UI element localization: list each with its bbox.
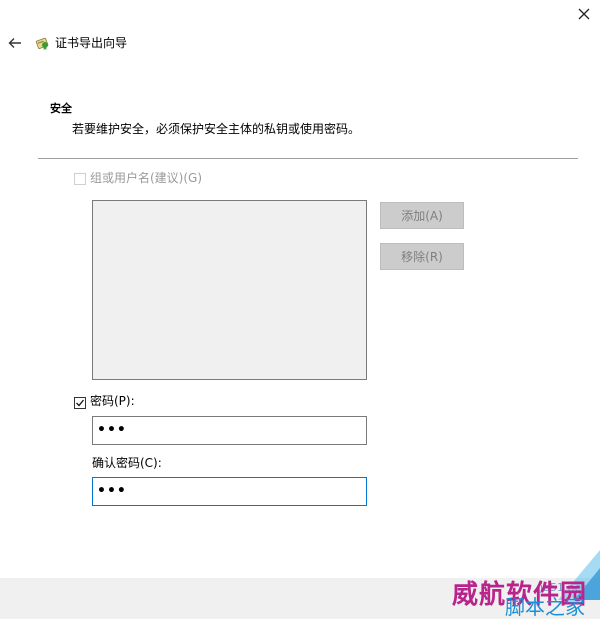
confirm-password-label: 确认密码(C): [92, 456, 162, 470]
section-description: 若要维护安全，必须保护安全主体的私钥或使用密码。 [72, 122, 361, 136]
group-checkbox[interactable] [74, 173, 86, 185]
section-title: 安全 [50, 102, 72, 115]
close-button[interactable] [568, 0, 600, 28]
watermark-sub: 脚本之家 [505, 595, 585, 619]
checkmark-icon [76, 399, 85, 407]
header-divider [38, 158, 578, 159]
close-icon [578, 8, 590, 20]
group-checkbox-label: 组或用户名(建议)(G) [90, 171, 203, 185]
certificate-icon [35, 35, 51, 51]
password-checkbox[interactable] [74, 397, 86, 409]
confirm-password-field[interactable]: ••• [92, 477, 367, 506]
password-field[interactable]: ••• [92, 416, 367, 445]
remove-button[interactable]: 移除(R) [380, 243, 464, 270]
wizard-title: 证书导出向导 [55, 36, 128, 50]
add-button[interactable]: 添加(A) [380, 202, 464, 229]
back-arrow-icon [8, 38, 21, 48]
group-user-list[interactable] [92, 200, 367, 380]
password-label: 密码(P): [90, 394, 135, 408]
back-button[interactable] [4, 32, 26, 54]
